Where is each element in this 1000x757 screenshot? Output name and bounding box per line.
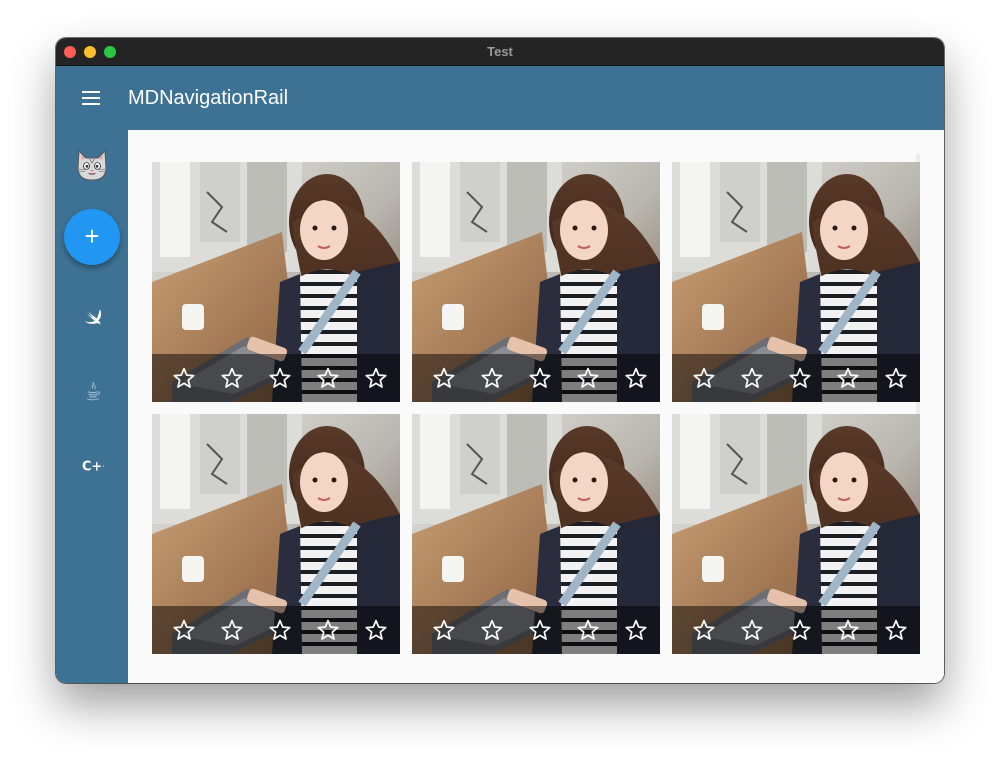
image-tile[interactable] xyxy=(412,162,660,402)
star-outline-icon[interactable] xyxy=(836,366,860,390)
star-outline-icon[interactable] xyxy=(364,366,388,390)
star-outline-icon[interactable] xyxy=(220,366,244,390)
title-bar: Test xyxy=(56,38,944,66)
plus-icon: + xyxy=(84,221,100,251)
add-fab-button[interactable]: + xyxy=(64,209,120,265)
star-outline-icon[interactable] xyxy=(836,618,860,642)
star-outline-icon[interactable] xyxy=(220,618,244,642)
top-app-bar: MDNavigationRail xyxy=(56,66,944,130)
star-outline-icon[interactable] xyxy=(528,366,552,390)
rating-bar xyxy=(672,606,920,654)
star-outline-icon[interactable] xyxy=(788,366,812,390)
java-icon[interactable] xyxy=(82,380,104,402)
rating-bar xyxy=(672,354,920,402)
star-outline-icon[interactable] xyxy=(576,366,600,390)
star-outline-icon[interactable] xyxy=(576,618,600,642)
star-outline-icon[interactable] xyxy=(480,366,504,390)
star-outline-icon[interactable] xyxy=(692,618,716,642)
window-title: Test xyxy=(487,44,513,59)
star-outline-icon[interactable] xyxy=(884,366,908,390)
star-outline-icon[interactable] xyxy=(316,618,340,642)
app-window: Test MDNavigationRail + C+ xyxy=(56,38,944,683)
star-outline-icon[interactable] xyxy=(740,618,764,642)
star-outline-icon[interactable] xyxy=(316,366,340,390)
star-outline-icon[interactable] xyxy=(432,618,456,642)
star-outline-icon[interactable] xyxy=(788,618,812,642)
rating-bar xyxy=(412,354,660,402)
rating-bar xyxy=(412,606,660,654)
star-outline-icon[interactable] xyxy=(432,366,456,390)
star-outline-icon[interactable] xyxy=(528,618,552,642)
star-outline-icon[interactable] xyxy=(692,366,716,390)
star-outline-icon[interactable] xyxy=(364,618,388,642)
cat-avatar-icon[interactable] xyxy=(75,148,109,182)
image-tile[interactable] xyxy=(672,414,920,654)
star-outline-icon[interactable] xyxy=(884,618,908,642)
image-tile[interactable] xyxy=(672,162,920,402)
star-outline-icon[interactable] xyxy=(268,366,292,390)
swift-icon[interactable] xyxy=(82,306,104,328)
star-outline-icon[interactable] xyxy=(268,618,292,642)
cpp-icon-label: C++ xyxy=(82,460,104,475)
star-outline-icon[interactable] xyxy=(172,618,196,642)
navigation-rail: + C++ xyxy=(56,130,128,683)
image-tile[interactable] xyxy=(152,414,400,654)
app-bar-title: MDNavigationRail xyxy=(128,87,289,109)
star-outline-icon[interactable] xyxy=(480,618,504,642)
star-outline-icon[interactable] xyxy=(740,366,764,390)
menu-icon[interactable] xyxy=(82,91,100,105)
cpp-icon[interactable]: C++ xyxy=(82,455,104,477)
rating-bar xyxy=(152,606,400,654)
star-outline-icon[interactable] xyxy=(172,366,196,390)
image-tile[interactable] xyxy=(412,414,660,654)
image-tile[interactable] xyxy=(152,162,400,402)
star-outline-icon[interactable] xyxy=(624,618,648,642)
star-outline-icon[interactable] xyxy=(624,366,648,390)
rating-bar xyxy=(152,354,400,402)
content-area xyxy=(128,130,944,683)
